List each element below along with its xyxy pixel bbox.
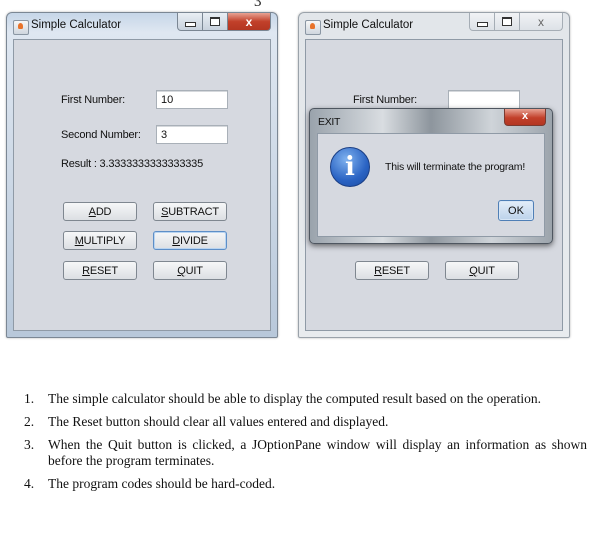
- minimize-button[interactable]: [177, 13, 203, 31]
- minimize-icon: [184, 21, 196, 27]
- reset-mnemonic: R: [374, 265, 382, 277]
- reset-label: ESET: [381, 265, 410, 277]
- window-title: Simple Calculator: [323, 19, 414, 31]
- divide-mnemonic: D: [172, 235, 180, 247]
- requirement-item: 1. The simple calculator should be able t…: [24, 391, 587, 407]
- title-bar[interactable]: Simple Calculator x: [7, 13, 277, 39]
- quit-mnemonic: Q: [177, 265, 186, 277]
- second-number-input[interactable]: [156, 125, 228, 144]
- quit-label: UIT: [477, 265, 495, 277]
- reset-button[interactable]: RESET: [355, 261, 429, 280]
- ok-button[interactable]: OK: [498, 200, 534, 221]
- first-number-label: First Number:: [353, 94, 418, 106]
- result-label: Result : 3.3333333333333335: [61, 158, 204, 170]
- first-number-input[interactable]: [448, 90, 520, 109]
- item-text: The simple calculator should be able to …: [48, 391, 541, 406]
- item-text: The program codes should be hard-coded.: [48, 476, 276, 491]
- dialog-title: EXIT: [318, 116, 341, 128]
- title-bar[interactable]: Simple Calculator x: [299, 13, 569, 39]
- divide-button[interactable]: DIVIDE: [153, 231, 227, 250]
- dialog-close-button[interactable]: x: [504, 109, 546, 126]
- divide-label: IVIDE: [180, 235, 208, 247]
- quit-label: UIT: [185, 265, 203, 277]
- item-number: 3.: [24, 437, 35, 452]
- maximize-button[interactable]: [495, 13, 520, 31]
- requirement-item: 4. The program codes should be hard-coded…: [24, 476, 587, 492]
- calculator-window: Simple Calculator x First Number: Second…: [6, 12, 278, 338]
- content-pane: First Number: Second Number: Result : 3.…: [13, 39, 271, 331]
- item-text: The Reset button should clear all values…: [48, 414, 389, 429]
- close-icon: x: [521, 110, 529, 122]
- reset-button[interactable]: RESET: [63, 261, 137, 280]
- requirements-list: 1. The simple calculator should be able t…: [24, 391, 587, 499]
- add-button[interactable]: ADD: [63, 202, 137, 221]
- quit-button[interactable]: QUIT: [153, 261, 227, 280]
- exit-dialog: EXIT x i This will terminate the program…: [309, 108, 553, 244]
- dialog-body: i This will terminate the program! OK: [317, 133, 545, 237]
- quit-mnemonic: Q: [469, 265, 478, 277]
- second-number-label: Second Number:: [61, 129, 141, 141]
- close-icon: x: [245, 14, 253, 29]
- close-button[interactable]: x: [520, 13, 563, 31]
- subtract-button[interactable]: SUBTRACT: [153, 202, 227, 221]
- reset-mnemonic: R: [82, 265, 90, 277]
- requirement-item: 3. When the Quit button is clicked, a JOp…: [24, 437, 587, 469]
- info-icon: i: [330, 147, 370, 187]
- window-title: Simple Calculator: [31, 19, 122, 31]
- item-number: 2.: [24, 414, 35, 429]
- minimize-icon: [476, 21, 488, 27]
- requirement-item: 2. The Reset button should clear all valu…: [24, 414, 587, 430]
- multiply-button[interactable]: MULTIPLY: [63, 231, 137, 250]
- multiply-label: ULTIPLY: [83, 235, 126, 247]
- window-controls: x: [177, 13, 271, 31]
- first-number-input[interactable]: [156, 90, 228, 109]
- java-app-icon: [305, 20, 321, 35]
- item-number: 1.: [24, 391, 35, 406]
- quit-button[interactable]: QUIT: [445, 261, 519, 280]
- reset-label: ESET: [89, 265, 118, 277]
- maximize-button[interactable]: [203, 13, 228, 31]
- first-number-label: First Number:: [61, 94, 126, 106]
- multiply-mnemonic: M: [74, 235, 84, 247]
- minimize-button[interactable]: [469, 13, 495, 31]
- item-text: When the Quit button is clicked, a JOpti…: [48, 437, 587, 468]
- dialog-message: This will terminate the program!: [385, 161, 526, 173]
- maximize-icon: [210, 17, 220, 26]
- window-controls: x: [469, 13, 563, 31]
- java-app-icon: [13, 20, 29, 35]
- add-label: DD: [95, 206, 112, 218]
- maximize-icon: [502, 17, 512, 26]
- page-number: 3: [254, 0, 262, 10]
- close-icon: x: [538, 14, 544, 29]
- close-button[interactable]: x: [228, 13, 271, 31]
- add-mnemonic: A: [88, 206, 96, 218]
- item-number: 4.: [24, 476, 35, 491]
- subtract-label: UBTRACT: [168, 206, 219, 218]
